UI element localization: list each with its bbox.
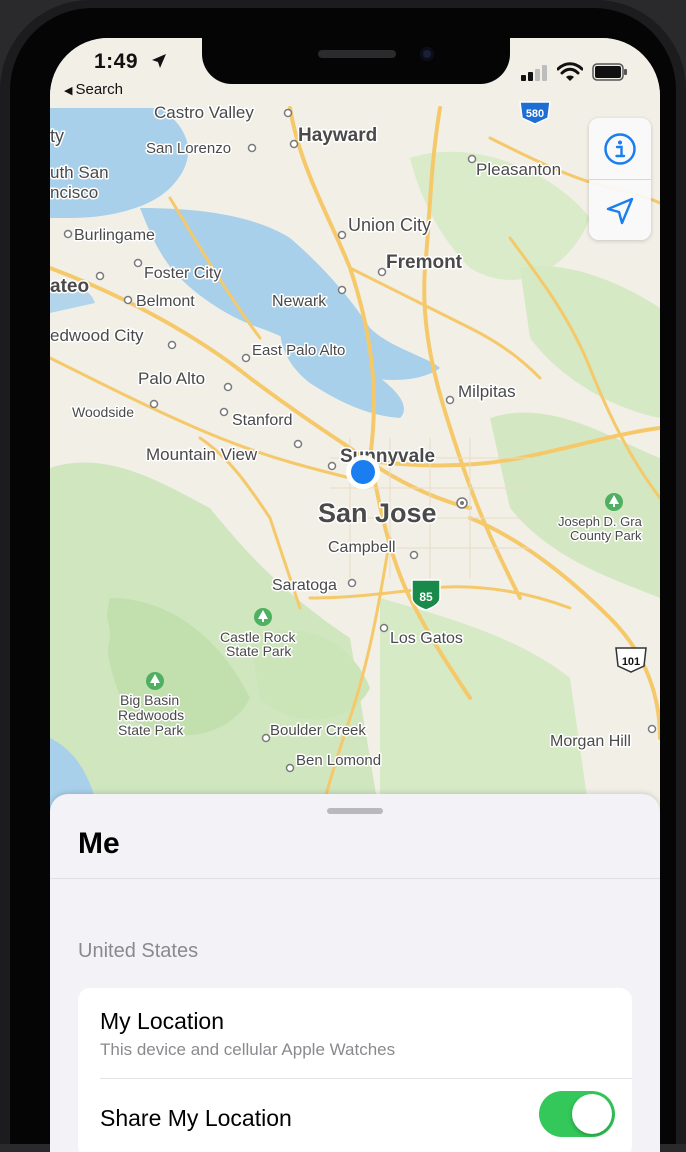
- park-icon: [146, 672, 164, 690]
- back-triangle-icon: ◀: [64, 85, 73, 97]
- phone-frame: 580 85 101 Castro Valley Hayward San Lor…: [0, 0, 686, 1152]
- locate-me-icon: [606, 197, 634, 224]
- info-icon: [604, 132, 636, 165]
- map-view[interactable]: 580 85 101 Castro Valley Hayward San Lor…: [50, 38, 660, 818]
- place-label: Los Gatos: [390, 630, 463, 647]
- place-label: Morgan Hill: [550, 733, 631, 750]
- place-label: Milpitas: [458, 382, 516, 401]
- place-label: Union City: [348, 215, 431, 235]
- place-label: edwood City: [50, 326, 144, 345]
- place-label: Fremont: [386, 252, 463, 273]
- user-location-dot[interactable]: [346, 455, 380, 489]
- shield-101-label: 101: [622, 656, 640, 668]
- location-arrow-icon: [152, 54, 166, 68]
- my-location-subtitle: This device and cellular Apple Watches: [100, 1040, 396, 1059]
- place-label: State Park: [226, 643, 292, 659]
- row-divider: [100, 1078, 632, 1079]
- place-label: ncisco: [50, 183, 98, 202]
- back-label: Search: [75, 81, 123, 98]
- place-label: ty: [50, 126, 64, 146]
- place-label: Stanford: [232, 412, 292, 429]
- place-label: Castro Valley: [154, 103, 254, 122]
- san-jose-marker: [456, 497, 468, 509]
- battery-icon: [592, 63, 627, 81]
- place-label: Mountain View: [146, 445, 258, 464]
- share-location-label: Share My Location: [100, 1105, 292, 1131]
- sheet-grabber[interactable]: [327, 808, 383, 814]
- place-label: Woodside: [72, 404, 134, 420]
- sheet-title: Me: [78, 827, 120, 860]
- place-label: County Park: [570, 528, 642, 543]
- shield-85-label: 85: [419, 590, 433, 604]
- place-label: Ben Lomond: [296, 752, 381, 769]
- place-label: Foster City: [144, 265, 221, 282]
- place-label: Newark: [272, 293, 327, 310]
- map-controls: [589, 118, 651, 240]
- locate-me-button[interactable]: [589, 179, 651, 241]
- signal-icon: [521, 65, 547, 81]
- place-label: Boulder Creek: [270, 722, 366, 739]
- status-time: 1:49: [94, 50, 139, 73]
- location-settings-card: My Location This device and cellular App…: [78, 988, 632, 1152]
- place-label: ateo: [50, 276, 89, 297]
- place-label: San Lorenzo: [146, 140, 231, 157]
- map-info-button[interactable]: [589, 118, 651, 179]
- share-location-toggle[interactable]: [539, 1091, 615, 1137]
- speaker: [318, 50, 396, 58]
- place-label: East Palo Alto: [252, 342, 345, 359]
- back-to-search-button[interactable]: ◀ Search: [64, 81, 123, 98]
- wifi-icon: [557, 62, 583, 81]
- place-label: Redwoods: [118, 707, 184, 723]
- shield-580-label: 580: [526, 108, 544, 120]
- place-label: Pleasanton: [476, 160, 561, 179]
- place-label: Burlingame: [74, 227, 155, 244]
- bottom-sheet[interactable]: Me United States My Location This device…: [50, 794, 660, 1152]
- place-label: Belmont: [136, 293, 195, 310]
- place-label: Big Basin: [120, 692, 179, 708]
- screen: 580 85 101 Castro Valley Hayward San Lor…: [50, 38, 660, 1152]
- front-camera: [420, 47, 434, 61]
- place-label: State Park: [118, 722, 184, 738]
- park-icon: [254, 608, 272, 626]
- section-label: United States: [78, 940, 199, 962]
- place-label: Saratoga: [272, 577, 337, 594]
- phone-bezel: 580 85 101 Castro Valley Hayward San Lor…: [10, 8, 676, 1152]
- divider: [50, 878, 660, 879]
- toggle-knob: [572, 1094, 612, 1134]
- park-icon: [605, 493, 623, 511]
- notch: [202, 38, 510, 84]
- place-label-city: San Jose: [318, 498, 437, 528]
- my-location-title[interactable]: My Location: [100, 1008, 224, 1035]
- place-label: uth San: [50, 163, 109, 182]
- place-label: Joseph D. Gra: [558, 514, 643, 529]
- place-label: Palo Alto: [138, 369, 205, 388]
- place-label: Campbell: [328, 539, 396, 556]
- place-label: Hayward: [298, 125, 377, 146]
- shield-85: 85: [411, 579, 441, 611]
